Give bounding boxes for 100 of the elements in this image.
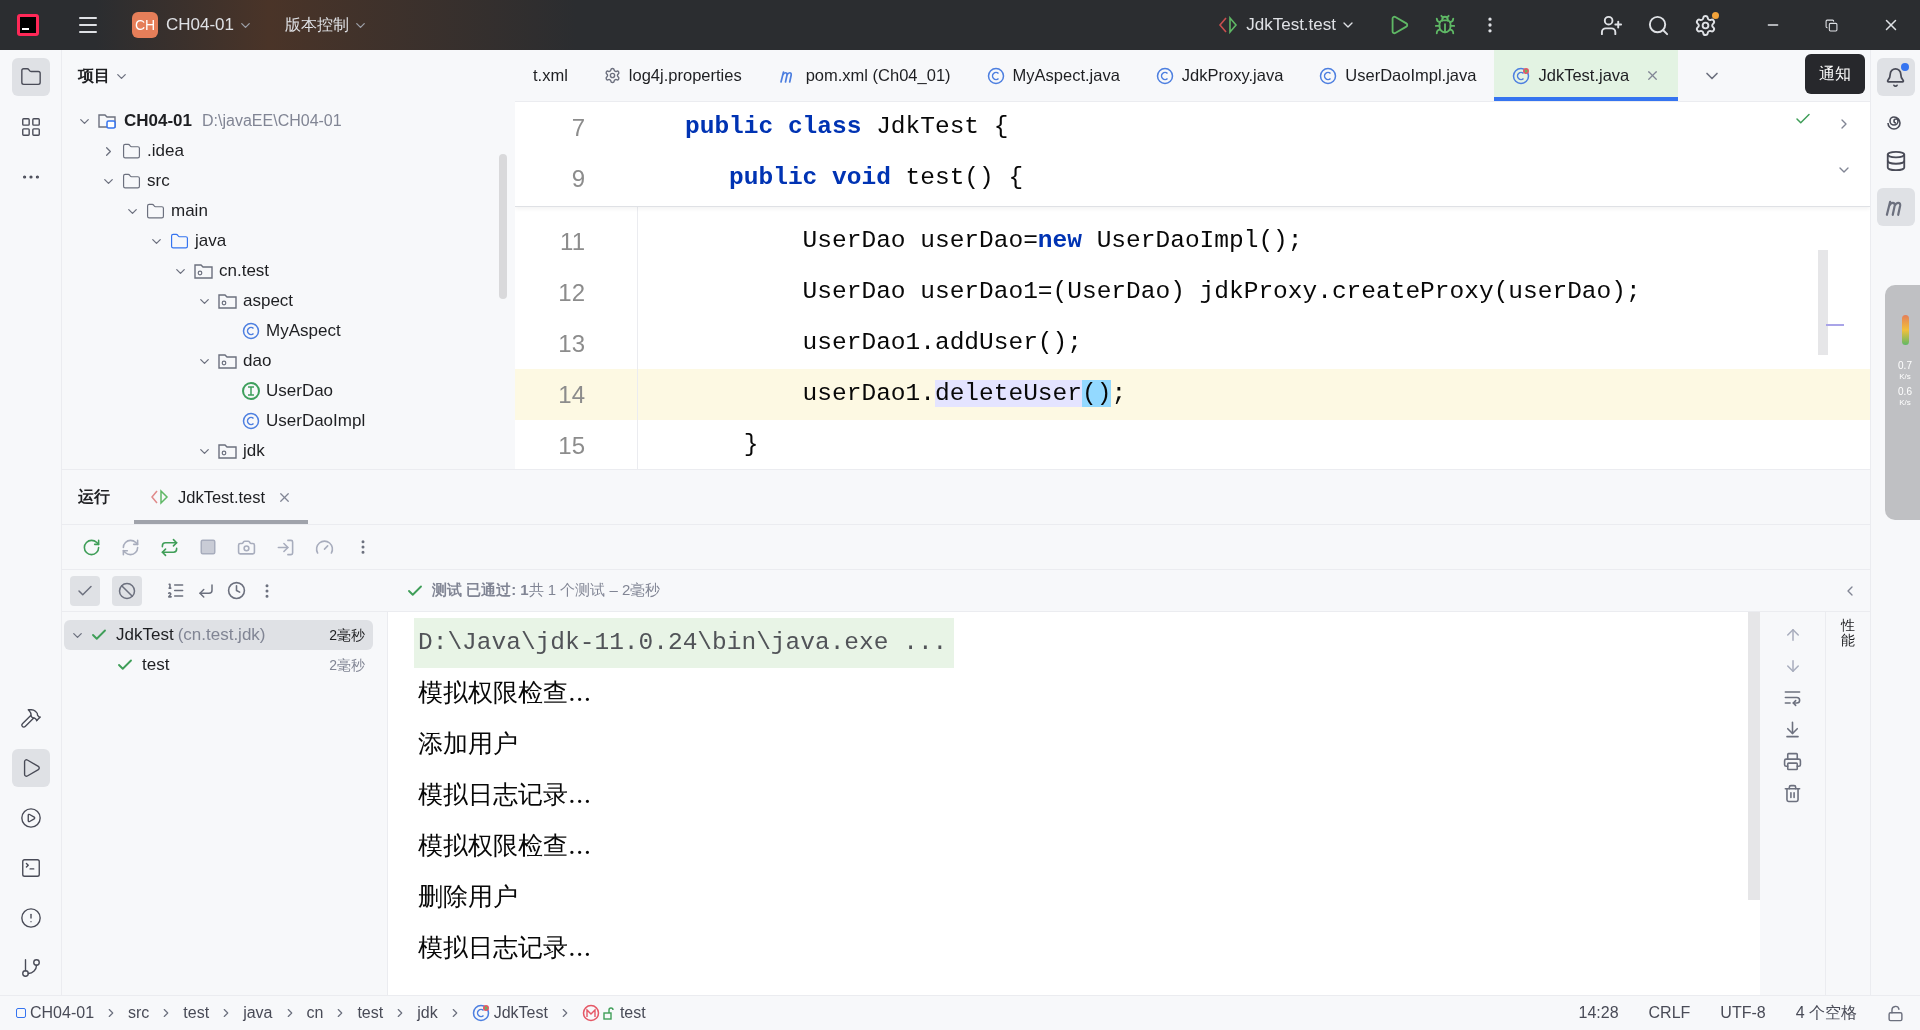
editor-tab[interactable]: MyAspect.java	[968, 50, 1138, 101]
line-number: 13	[557, 328, 585, 359]
settings-icon[interactable]	[1694, 13, 1717, 37]
history-icon[interactable]	[227, 581, 246, 600]
run-config-dropdown[interactable]: JdkTest.test	[1246, 12, 1356, 38]
tree-item[interactable]: main	[171, 198, 208, 224]
module-icon	[16, 1008, 26, 1018]
breadcrumb[interactable]: test	[183, 1001, 210, 1025]
project-badge: CH	[132, 12, 158, 38]
editor-tab[interactable]: JdkTest.java	[1494, 50, 1679, 101]
test-class-icon	[1512, 66, 1531, 85]
class-icon	[1155, 66, 1174, 85]
restore-icon[interactable]	[1825, 18, 1838, 32]
tree-item[interactable]: dao	[243, 348, 272, 374]
tree-item[interactable]: jdk	[243, 438, 265, 464]
tree-item[interactable]: CH04-01	[124, 108, 193, 134]
speed-unit: K/s	[1899, 399, 1911, 407]
test-duration: 2毫秒	[329, 655, 365, 675]
console-output: 模拟权限检查...	[417, 830, 593, 863]
add-user-icon[interactable]	[1600, 13, 1623, 37]
class-icon	[242, 412, 260, 430]
folder-icon	[122, 141, 141, 161]
console-output: 模拟日志记录...	[417, 779, 593, 812]
ban-icon	[118, 581, 136, 600]
breadcrumb[interactable]: CH04-01	[30, 1001, 95, 1025]
app-logo-icon[interactable]	[16, 13, 40, 37]
tree-item[interactable]: UserDao	[266, 378, 334, 404]
notifications-button[interactable]	[1876, 58, 1915, 96]
tree-item[interactable]: cn.test	[219, 258, 270, 284]
breadcrumb[interactable]: java	[243, 1001, 273, 1025]
maven-button[interactable]	[1876, 188, 1915, 226]
upload-speed: 0.7	[1898, 361, 1912, 371]
breadcrumb[interactable]: test	[619, 1001, 646, 1025]
editor-tab[interactable]: log4j.properties	[585, 50, 760, 101]
folder-icon	[146, 201, 165, 221]
run-icon[interactable]	[11, 749, 50, 787]
tree-item[interactable]: UserDaoImpl	[266, 408, 366, 434]
editor-tab[interactable]: UserDaoImpl.java	[1301, 50, 1495, 101]
code-line: userDao1.addUser();	[801, 328, 1082, 359]
code-line: }	[742, 430, 759, 461]
breadcrumb[interactable]: jdk	[417, 1001, 438, 1025]
package-icon	[194, 262, 213, 280]
console-output: 模拟权限检查...	[417, 677, 593, 710]
code-line: UserDao userDao1=(UserDao) jdkProxy.createProxy(userDao);	[801, 277, 1641, 308]
console-output: 模拟日志记录...	[417, 932, 593, 965]
trash-icon[interactable]	[1783, 784, 1802, 803]
panel-title: 运行	[78, 487, 110, 507]
folder-icon	[122, 171, 141, 191]
console-output: 添加用户	[417, 728, 519, 761]
breadcrumb[interactable]: test	[357, 1001, 384, 1025]
class-icon	[242, 322, 260, 340]
editor-tab[interactable]: t.xml	[515, 50, 586, 101]
status-item[interactable]: 14:28	[1578, 1001, 1619, 1025]
editor-tab[interactable]: JdkProxy.java	[1137, 50, 1302, 101]
run-tab[interactable]: JdkTest.test	[134, 470, 309, 524]
bell-icon	[1885, 66, 1906, 88]
breadcrumb[interactable]: src	[128, 1001, 150, 1025]
toggle-auto-test-icon[interactable]	[160, 537, 179, 557]
tree-item[interactable]: java	[195, 228, 227, 254]
breadcrumb[interactable]: cn	[306, 1001, 324, 1025]
breadcrumb[interactable]: JdkTest	[493, 1001, 548, 1025]
sort-icon[interactable]	[166, 581, 185, 600]
console-output: 删除用户	[417, 881, 519, 914]
show-ignored-toggle[interactable]	[112, 575, 142, 606]
database-icon[interactable]	[1884, 150, 1907, 172]
test-name[interactable]: test	[142, 652, 170, 678]
tree-item[interactable]: MyAspect	[266, 318, 341, 344]
search-icon[interactable]	[1647, 13, 1670, 37]
status-item[interactable]: CRLF	[1648, 1001, 1691, 1025]
test-name[interactable]: JdkTest	[116, 622, 174, 648]
scroll-to-end-icon[interactable]	[1783, 720, 1802, 739]
soft-wrap-icon[interactable]	[1783, 688, 1802, 707]
show-passed-toggle[interactable]	[70, 575, 100, 606]
vcs-dropdown[interactable]: 版本控制	[285, 13, 369, 37]
status-item[interactable]: UTF-8	[1720, 1001, 1766, 1025]
rerun-icon[interactable]	[82, 537, 101, 557]
folder-icon[interactable]	[11, 58, 50, 96]
print-icon[interactable]	[1783, 752, 1802, 771]
tree-item[interactable]: src	[147, 168, 170, 194]
unlock-icon[interactable]	[1887, 1004, 1904, 1022]
level-gauge-icon	[1901, 315, 1909, 345]
code-line: public class JdkTest {	[684, 112, 1009, 143]
debug-icon[interactable]	[1434, 14, 1456, 36]
project-view-dropdown[interactable]: 项目	[78, 64, 129, 88]
line-number: 14	[557, 379, 585, 410]
line-number: 12	[557, 277, 585, 308]
package-icon	[218, 292, 237, 310]
tree-item[interactable]: .idea	[147, 138, 184, 164]
line-number: 11	[559, 226, 585, 257]
code-line: public void test() {	[728, 163, 1024, 194]
collapse-all-icon[interactable]	[197, 581, 215, 600]
editor-tab[interactable]: pom.xml (Ch04_01)	[759, 50, 969, 101]
tree-item[interactable]: aspect	[243, 288, 294, 314]
project-dropdown[interactable]: CH04-01	[166, 12, 254, 38]
method-icon	[581, 1004, 616, 1022]
code-line: userDao1.deleteUser();	[801, 379, 1127, 410]
line-number: 9	[570, 163, 585, 194]
status-item[interactable]: 4 个空格	[1795, 1001, 1857, 1025]
package-icon	[218, 442, 237, 460]
test-duration: 2毫秒	[329, 625, 365, 645]
